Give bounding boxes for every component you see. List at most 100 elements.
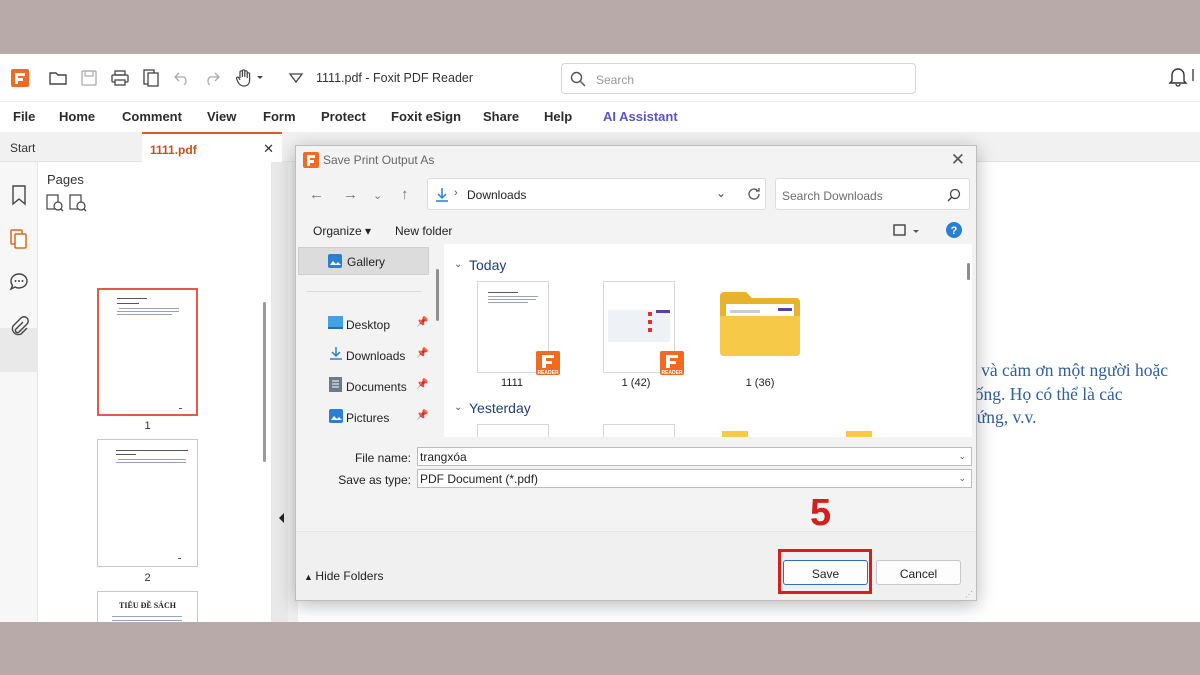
file-thumb-partial[interactable] (603, 424, 675, 437)
gallery-icon (328, 254, 342, 268)
hide-folders-toggle[interactable]: ▲ Hide Folders (304, 569, 383, 583)
page-thumbnail-1[interactable] (97, 288, 198, 416)
address-bar[interactable]: › Downloads ⌄ (427, 178, 766, 210)
menu-ai-assistant[interactable]: AI Assistant (603, 109, 678, 124)
dialog-close-icon[interactable]: ✕ (951, 150, 965, 170)
address-dropdown-icon[interactable]: ⌄ (716, 186, 726, 200)
nav-scrollbar[interactable] (436, 269, 439, 321)
document-icon[interactable] (141, 68, 161, 88)
folder-icon[interactable] (718, 290, 802, 358)
pages-scrollbar[interactable] (263, 302, 266, 462)
save-as-type-label: Save as type: (338, 473, 411, 487)
nav-item-pictures[interactable]: Pictures 📌 (296, 405, 431, 427)
document-line-1: o và cảm ơn một người hoặc (968, 360, 1169, 380)
notification-bell-icon[interactable] (1168, 67, 1198, 90)
page-number-2: 2 (144, 572, 151, 584)
documents-icon (329, 377, 342, 392)
folder-icon[interactable] (846, 431, 872, 437)
foxit-logo-icon (10, 68, 30, 88)
nav-label-desktop: Desktop (346, 318, 391, 332)
save-button-highlight (778, 549, 872, 594)
up-arrow-icon[interactable]: ↑ (401, 186, 409, 203)
tab-1111-pdf[interactable]: 1111.pdf ✕ (142, 132, 282, 162)
search-downloads-input[interactable]: Search Downloads (775, 178, 970, 210)
pages-panel: Pages 1 2 TIÊU ĐỀ SÁCH (38, 162, 272, 622)
nav-label-documents: Documents (346, 380, 407, 394)
pin-icon: 📌 (416, 317, 429, 328)
help-icon[interactable]: ? (946, 222, 962, 238)
recent-locations-chevron-icon[interactable]: ⌄ (373, 189, 382, 202)
breadcrumb-downloads[interactable]: Downloads (467, 188, 526, 202)
file-list-scrollbar[interactable] (967, 263, 970, 280)
page-thumbnail-3[interactable]: TIÊU ĐỀ SÁCH (97, 591, 198, 622)
menu-share[interactable]: Share (483, 109, 519, 124)
title-bar: 1111.pdf - Foxit PDF Reader Search (0, 54, 1200, 102)
pages-panel-icon[interactable] (9, 228, 29, 249)
menu-home[interactable]: Home (59, 109, 95, 124)
comments-icon[interactable] (9, 272, 29, 292)
nav-item-gallery[interactable]: Gallery (298, 247, 429, 275)
organize-menu[interactable]: Organize ▾ (313, 224, 371, 238)
group-today[interactable]: Today (469, 257, 506, 273)
menu-comment[interactable]: Comment (122, 109, 182, 124)
nav-label-gallery: Gallery (347, 255, 386, 269)
page-thumbnail-2[interactable] (97, 439, 198, 567)
nav-item-documents[interactable]: Documents 📌 (296, 374, 431, 396)
forward-arrow-icon[interactable]: → (343, 186, 358, 203)
dialog-title-bar: Save Print Output As ✕ (296, 146, 976, 174)
open-folder-icon[interactable] (48, 68, 68, 88)
print-icon[interactable] (110, 68, 130, 88)
file-name-label: File name: (354, 451, 411, 465)
save-icon[interactable] (79, 68, 99, 88)
hand-tool-icon[interactable] (234, 68, 266, 88)
nav-item-desktop[interactable]: Desktop 📌 (296, 312, 431, 334)
menu-protect[interactable]: Protect (321, 109, 366, 124)
thumb-content (648, 328, 652, 332)
pages-tools (46, 194, 90, 215)
refresh-icon[interactable] (747, 187, 761, 201)
group-collapse-icon[interactable]: ⌄ (454, 402, 462, 413)
file-label-1-36: 1 (36) (745, 377, 775, 389)
page-zoom-tools-icon[interactable] (46, 194, 90, 212)
chevron-down-icon[interactable]: ⌄ (958, 451, 966, 462)
thumb-3-heading: TIÊU ĐỀ SÁCH (119, 601, 176, 610)
group-yesterday[interactable]: Yesterday (469, 400, 531, 416)
attachment-icon[interactable] (9, 316, 29, 336)
global-search-input[interactable]: Search (561, 63, 916, 94)
folder-icon[interactable] (722, 431, 748, 437)
search-icon (570, 71, 586, 90)
chevron-down-icon[interactable]: ⌄ (958, 473, 966, 484)
search-downloads-placeholder: Search Downloads (782, 189, 883, 203)
tab-close-icon[interactable]: ✕ (263, 141, 274, 157)
save-print-output-dialog: Save Print Output As ✕ ← → ⌄ ↑ › Downloa… (295, 145, 977, 601)
left-toolbar (0, 162, 38, 622)
bookmark-icon[interactable] (9, 184, 29, 206)
menu-file[interactable]: File (13, 109, 35, 124)
file-name-field[interactable]: trangxóa ⌄ (417, 447, 972, 466)
quick-access-dropdown-icon[interactable] (286, 68, 306, 88)
nav-label-downloads: Downloads (346, 349, 406, 363)
downloads-icon (436, 188, 448, 202)
menu-help[interactable]: Help (544, 109, 572, 124)
save-as-type-select[interactable]: PDF Document (*.pdf) ⌄ (417, 469, 972, 488)
undo-icon[interactable] (172, 68, 192, 88)
reader-badge-text: READER (537, 370, 559, 376)
back-arrow-icon[interactable]: ← (309, 186, 324, 203)
file-thumb-partial[interactable] (477, 424, 549, 437)
menu-form[interactable]: Form (263, 109, 296, 124)
redo-icon[interactable] (202, 68, 222, 88)
menu-view[interactable]: View (207, 109, 236, 124)
save-as-type-value: PDF Document (*.pdf) (420, 472, 539, 486)
panel-collapse-handle[interactable] (272, 162, 288, 622)
resize-grip-icon[interactable]: ⋰ (965, 590, 973, 599)
tab-start[interactable]: Start (0, 132, 140, 162)
view-options-icon[interactable] (893, 224, 921, 238)
group-collapse-icon[interactable]: ⌄ (454, 259, 462, 270)
file-name-value: trangxóa (420, 450, 467, 464)
breadcrumb-separator-icon: › (454, 187, 458, 199)
document-line-2: sống. Họ có thể là các (968, 384, 1123, 404)
menu-foxit-esign[interactable]: Foxit eSign (391, 109, 461, 124)
cancel-button[interactable]: Cancel (876, 560, 961, 585)
nav-item-downloads[interactable]: Downloads 📌 (296, 343, 431, 365)
new-folder-button[interactable]: New folder (395, 224, 452, 238)
